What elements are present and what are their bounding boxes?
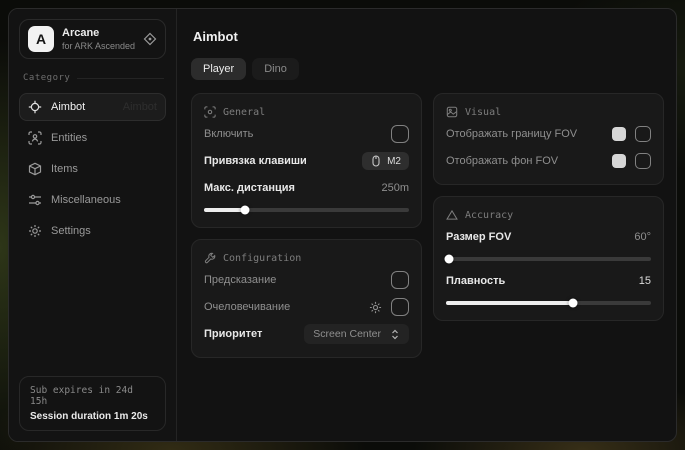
fov-bg-row: Отображать фон FOV (446, 150, 651, 172)
left-column: General Включить Привязка клавиши (191, 93, 422, 358)
prediction-row: Предсказание (204, 269, 409, 291)
app-subtitle: for ARK Ascended (62, 41, 135, 51)
sidebar-item-label: Miscellaneous (51, 194, 121, 206)
visual-card-header: Visual (446, 106, 651, 118)
app-window: A Arcane for ARK Ascended Category Aimbo… (8, 8, 677, 442)
logo-card: A Arcane for ARK Ascended (19, 19, 166, 59)
prediction-checkbox[interactable] (391, 271, 409, 289)
enable-label: Включить (204, 128, 391, 140)
fov-bg-checkbox[interactable] (635, 153, 651, 169)
configuration-card-title: Configuration (223, 253, 301, 264)
fov-size-label: Размер FOV (446, 231, 634, 243)
accuracy-card-title: Accuracy (465, 210, 513, 221)
max-distance-label: Макс. дистанция (204, 182, 381, 194)
category-label: Category (23, 73, 164, 83)
priority-dropdown[interactable]: Screen Center (304, 324, 409, 344)
humanization-row: Очеловечивание (204, 296, 409, 318)
fov-bg-label: Отображать фон FOV (446, 155, 612, 167)
enable-row: Включить (204, 123, 409, 145)
stream-proof-icon[interactable] (143, 32, 157, 46)
general-card-title: General (223, 107, 265, 118)
tab-dino[interactable]: Dino (252, 58, 299, 80)
smoothness-value: 15 (639, 275, 651, 287)
fov-size-slider[interactable] (446, 257, 651, 261)
sidebar-item-aimbot[interactable]: Aimbot Aimbot (19, 93, 166, 121)
tab-player[interactable]: Player (191, 58, 246, 80)
subscription-status: Sub expires in 24d 15h Session duration … (19, 376, 166, 431)
general-card-header: General (204, 106, 409, 118)
cards-area: General Включить Привязка клавиши (191, 93, 664, 358)
sub-expires-text: Sub expires in 24d 15h (30, 385, 155, 407)
slider-fill (446, 301, 573, 305)
tab-bar: Player Dino (191, 58, 664, 80)
fov-bg-color-swatch[interactable] (612, 154, 626, 168)
visual-card-title: Visual (465, 107, 501, 118)
smoothness-label: Плавность (446, 275, 639, 287)
right-column: Visual Отображать границу FOV Отображать… (433, 93, 664, 321)
fov-border-color-swatch[interactable] (612, 127, 626, 141)
configuration-card-header: Configuration (204, 252, 409, 264)
session-duration-text: Session duration 1m 20s (30, 411, 155, 422)
crosshair-icon (28, 100, 42, 114)
sidebar-item-entities[interactable]: Entities (19, 124, 166, 152)
humanization-settings-icon[interactable] (369, 301, 382, 314)
logo-text: Arcane for ARK Ascended (62, 27, 135, 51)
sidebar-item-miscellaneous[interactable]: Miscellaneous (19, 186, 166, 214)
accuracy-card-header: Accuracy (446, 209, 651, 221)
ghost-label: Aimbot (123, 101, 157, 113)
keybind-value: M2 (387, 156, 401, 167)
priority-row: Приоритет Screen Center (204, 323, 409, 345)
prediction-label: Предсказание (204, 274, 391, 286)
fov-border-row: Отображать границу FOV (446, 123, 651, 145)
keybind-row: Привязка клавиши M2 (204, 150, 409, 172)
accuracy-card: Accuracy Размер FOV 60° Плавность 15 (433, 196, 664, 321)
triangle-icon (446, 209, 458, 221)
slider-thumb[interactable] (241, 206, 250, 215)
chevron-up-down-icon (390, 329, 400, 340)
priority-selected-value: Screen Center (313, 328, 381, 340)
sidebar-item-items[interactable]: Items (19, 155, 166, 183)
smoothness-slider[interactable] (446, 301, 651, 305)
sidebar-nav: Aimbot Aimbot Entities Item (19, 93, 166, 245)
image-icon (446, 106, 458, 118)
keybind-button[interactable]: M2 (362, 152, 409, 170)
sidebar-item-label: Items (51, 163, 78, 175)
enable-checkbox[interactable] (391, 125, 409, 143)
max-distance-slider[interactable] (204, 208, 409, 212)
app-name: Arcane (62, 27, 135, 39)
priority-label: Приоритет (204, 328, 304, 340)
sidebar-item-settings[interactable]: Settings (19, 217, 166, 245)
max-distance-row: Макс. дистанция 250m (204, 177, 409, 199)
slider-thumb[interactable] (445, 255, 454, 264)
humanization-checkbox[interactable] (391, 298, 409, 316)
wrench-icon (204, 252, 216, 264)
configuration-card: Configuration Предсказание Очеловечивани… (191, 239, 422, 358)
sliders-icon (28, 193, 42, 207)
scan-icon (204, 106, 216, 118)
fov-size-row: Размер FOV 60° (446, 226, 651, 248)
sidebar-item-label: Entities (51, 132, 87, 144)
person-scan-icon (28, 131, 42, 145)
fov-size-value: 60° (634, 231, 651, 243)
max-distance-value: 250m (381, 182, 409, 194)
slider-fill (204, 208, 245, 212)
mouse-icon (370, 155, 382, 167)
gear-icon (28, 224, 42, 238)
smoothness-row: Плавность 15 (446, 270, 651, 292)
visual-card: Visual Отображать границу FOV Отображать… (433, 93, 664, 185)
main-content: Aimbot Player Dino Gener (177, 9, 676, 441)
sidebar: A Arcane for ARK Ascended Category Aimbo… (9, 9, 177, 441)
sidebar-item-label: Settings (51, 225, 91, 237)
general-card: General Включить Привязка клавиши (191, 93, 422, 228)
fov-border-label: Отображать границу FOV (446, 128, 612, 140)
app-logo: A (28, 26, 54, 52)
fov-border-checkbox[interactable] (635, 126, 651, 142)
sidebar-item-label: Aimbot (51, 101, 85, 113)
page-title: Aimbot (193, 29, 664, 44)
package-icon (28, 162, 42, 176)
slider-thumb[interactable] (569, 299, 578, 308)
keybind-label: Привязка клавиши (204, 155, 362, 167)
humanization-label: Очеловечивание (204, 301, 369, 313)
